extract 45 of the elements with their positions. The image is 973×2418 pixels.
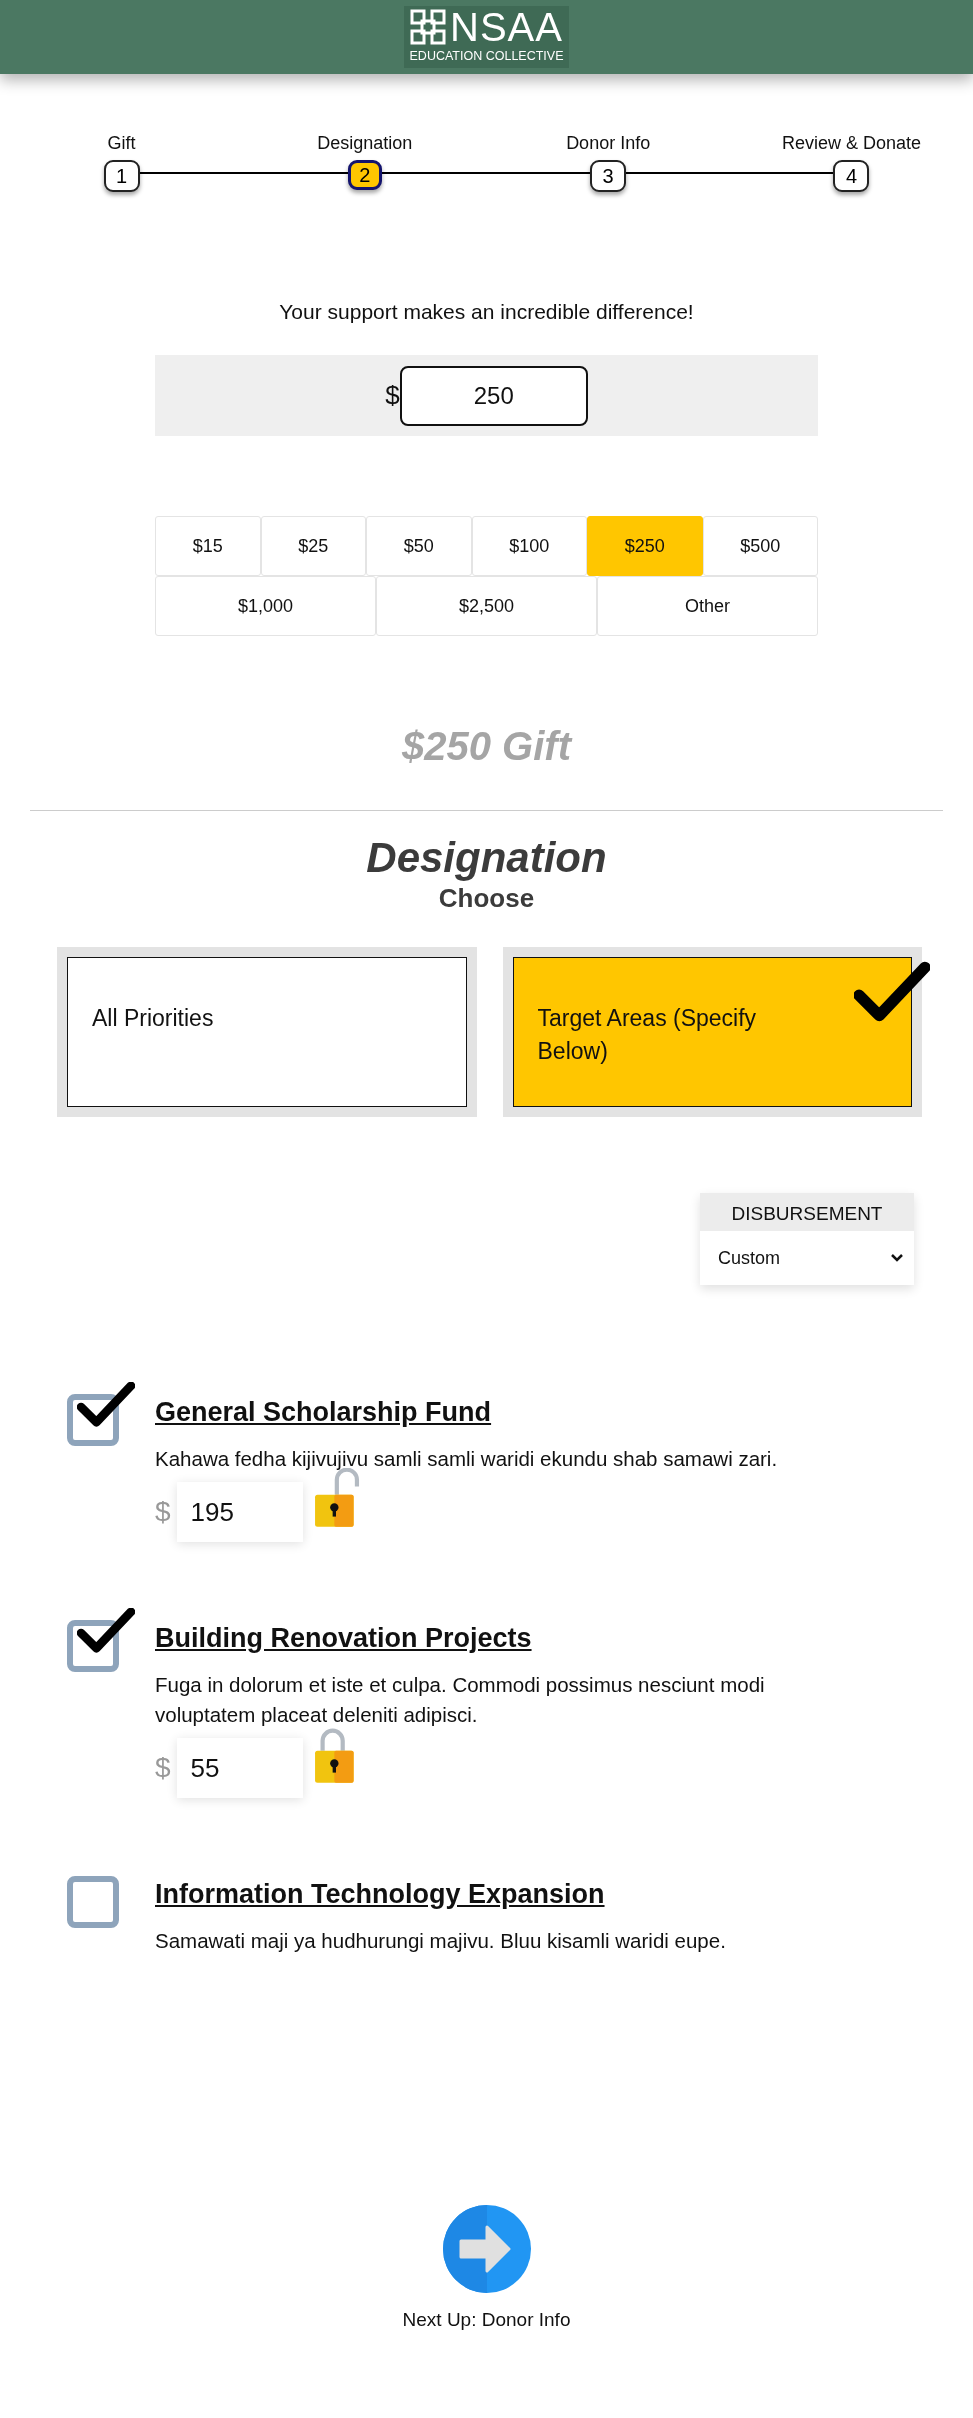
- amount-option[interactable]: $50: [366, 516, 472, 576]
- fund-description: Samawati maji ya hudhurungi majivu. Bluu kisamli waridi eupe.: [155, 1928, 727, 1954]
- section-title: Designation: [365, 833, 608, 883]
- step-label: Review & Donate: [781, 132, 921, 154]
- step-label: Designation: [317, 132, 413, 154]
- amount-option[interactable]: $2,500: [376, 576, 597, 636]
- currency-symbol: $: [155, 1496, 171, 1528]
- tagline: Your support makes an incredible difference!: [278, 300, 695, 324]
- chevron-down-icon[interactable]: [890, 1253, 904, 1263]
- amount-option[interactable]: $1,000: [155, 576, 376, 636]
- disbursement-label: DISBURSEMENT: [700, 1193, 914, 1231]
- checkmark-icon: [77, 1608, 135, 1656]
- step-label: Gift: [107, 132, 136, 154]
- amount-field[interactable]: 55: [176, 1738, 303, 1798]
- logo[interactable]: NSAA EDUCATION COLLECTIVE: [403, 6, 570, 68]
- step-label: Donor Info: [566, 132, 651, 154]
- step-number[interactable]: 1: [103, 160, 140, 192]
- amount-option[interactable]: $15: [155, 516, 261, 576]
- fund-description: Fuga in dolorum et iste et culpa. Commodi possimus nesciunt modi voluptatem placeat deleniti adipisci.: [155, 1672, 766, 1728]
- disbursement-select[interactable]: Custom: [700, 1231, 914, 1285]
- amount-field[interactable]: 250: [399, 365, 588, 426]
- fund-title[interactable]: General Scholarship Fund: [155, 1392, 833, 1432]
- fund-title[interactable]: Information Technology Expansion: [155, 1874, 833, 1914]
- amount-option[interactable]: $25: [260, 516, 366, 576]
- step-number[interactable]: 4: [833, 160, 870, 192]
- amount-option[interactable]: $250: [587, 516, 703, 576]
- currency-symbol: $: [155, 1752, 171, 1784]
- designation-option[interactable]: All Priorities: [57, 947, 477, 1117]
- designation-option[interactable]: Target Areas (Specify Below): [502, 947, 922, 1117]
- fund-title[interactable]: Building Renovation Projects: [155, 1618, 833, 1658]
- checkbox[interactable]: [67, 1620, 119, 1672]
- gift-summary: $250 Gift: [401, 724, 574, 769]
- amount-field[interactable]: 195: [176, 1482, 303, 1542]
- checkbox[interactable]: [67, 1876, 119, 1928]
- amount-option[interactable]: $100: [471, 516, 587, 576]
- step-number[interactable]: 2: [347, 160, 382, 190]
- section-subtitle: Choose: [437, 883, 536, 913]
- currency-symbol: $: [385, 380, 400, 411]
- step-number[interactable]: 3: [590, 160, 627, 192]
- amount-option[interactable]: $500: [702, 516, 818, 576]
- checkmark-icon: [77, 1382, 135, 1430]
- fund-description: Kahawa fedha kijivujivu samli samli waridi ekundu shab samawi zari.: [155, 1446, 779, 1472]
- next-step-label: Next Up: Donor Info: [402, 2309, 571, 2331]
- checkbox[interactable]: [67, 1394, 119, 1446]
- amount-option[interactable]: Other: [597, 576, 818, 636]
